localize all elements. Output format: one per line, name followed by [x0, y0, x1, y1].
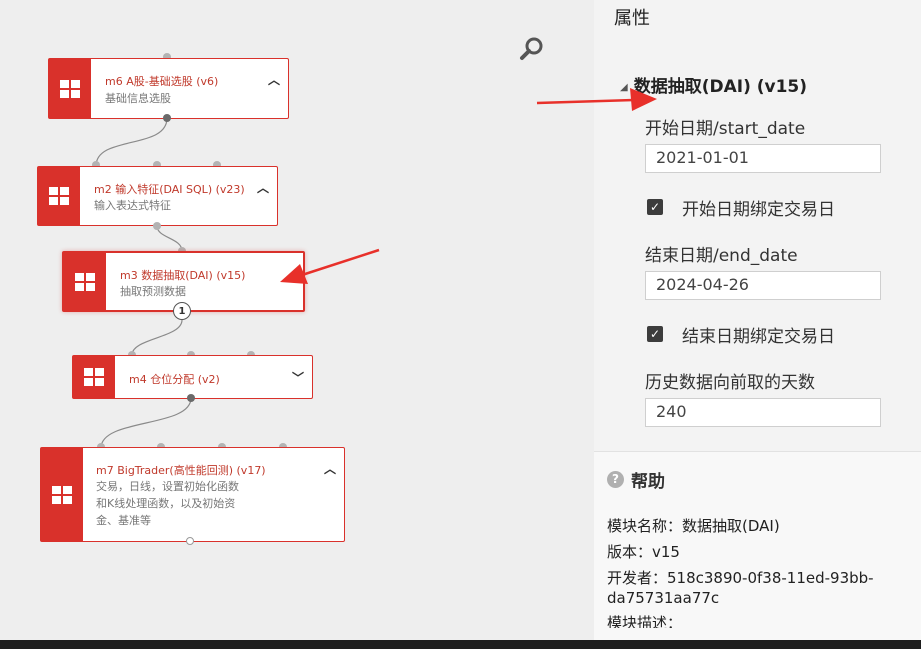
node-m2-subtitle: 输入表达式特征	[94, 199, 171, 212]
node-m6-subtitle: 基础信息选股	[105, 92, 171, 105]
help-header: ? 帮助	[607, 467, 665, 492]
node-m7-output-port[interactable]	[186, 537, 194, 545]
node-m7-subtitle-line: 交易，日线，设置初始化函数	[96, 480, 239, 493]
node-m7-subtitle-line: 和K线处理函数，以及初始资	[96, 497, 236, 510]
end-date-label: 结束日期/end_date	[645, 246, 798, 266]
history-days-input[interactable]: 240	[645, 398, 881, 427]
start-bind-label: 开始日期绑定交易日	[682, 199, 835, 220]
node-m2-title: m2 输入特征(DAI SQL) (v23)	[94, 183, 245, 196]
edge-m6-m2	[95, 117, 168, 167]
node-m6-output-port[interactable]	[163, 114, 171, 122]
node-m7-icon-block	[41, 448, 83, 541]
module-grid-icon	[52, 485, 72, 504]
module-grid-icon	[84, 368, 104, 386]
node-m3-output-count-badge[interactable]: 1	[173, 302, 191, 320]
module-grid-icon	[60, 79, 80, 98]
expand-icon[interactable]: ﹀	[292, 369, 304, 386]
module-grid-icon	[49, 187, 69, 205]
help-version: 版本：v15	[607, 543, 680, 561]
help-developer-cont: da75731aa77c	[607, 589, 720, 607]
help-description: 模块描述：	[607, 614, 683, 628]
search-icon[interactable]	[519, 36, 545, 62]
end-bind-checkbox[interactable]: ✓	[647, 326, 663, 342]
node-m4-title: m4 仓位分配 (v2)	[129, 373, 220, 386]
node-m6-title: m6 A股-基础选股 (v6)	[105, 75, 219, 88]
end-date-input[interactable]: 2024-04-26	[645, 271, 881, 300]
help-module-name: 模块名称：数据抽取(DAI)	[607, 517, 780, 535]
start-bind-checkbox-row[interactable]: ✓ 开始日期绑定交易日	[647, 196, 835, 220]
module-grid-icon	[75, 272, 95, 291]
node-m4[interactable]: m4 仓位分配 (v2) ﹀	[72, 355, 313, 399]
end-bind-label: 结束日期绑定交易日	[682, 326, 835, 347]
node-m4-output-port[interactable]	[187, 394, 195, 402]
node-m2-output-port[interactable]	[153, 222, 161, 230]
node-m2-icon-block	[38, 167, 80, 225]
edge-m4-m7	[100, 397, 192, 449]
start-date-label: 开始日期/start_date	[645, 119, 806, 139]
node-m3-subtitle: 抽取预测数据	[120, 285, 186, 298]
right-panel: 属性 ◢ 数据抽取(DAI) (v15) 开始日期/start_date 2021…	[594, 0, 921, 641]
end-bind-checkbox-row[interactable]: ✓ 结束日期绑定交易日	[647, 323, 835, 347]
node-m4-icon-block	[73, 356, 115, 398]
edge-m3-m4	[131, 319, 183, 356]
node-m7-title: m7 BigTrader(高性能回测) (v17)	[96, 464, 266, 477]
start-bind-checkbox[interactable]: ✓	[647, 199, 663, 215]
node-m7[interactable]: m7 BigTrader(高性能回测) (v17) 交易，日线，设置初始化函数 …	[40, 447, 345, 542]
node-m3-icon-block	[64, 253, 106, 310]
node-m3-title: m3 数据抽取(DAI) (v15)	[120, 269, 246, 282]
node-m2[interactable]: m2 输入特征(DAI SQL) (v23) 输入表达式特征 ︿	[37, 166, 278, 226]
section-header[interactable]: ◢ 数据抽取(DAI) (v15)	[620, 72, 807, 97]
collapse-icon[interactable]: ︿	[257, 179, 269, 196]
collapse-icon[interactable]: ︿	[268, 71, 280, 88]
panel-title: 属性	[614, 8, 650, 29]
node-m7-subtitle-line: 金、基准等	[96, 514, 151, 527]
help-title: 帮助	[631, 472, 665, 492]
bottom-taskbar	[0, 640, 921, 649]
node-m6[interactable]: m6 A股-基础选股 (v6) 基础信息选股 ︿	[48, 58, 289, 119]
section-title: 数据抽取(DAI) (v15)	[633, 77, 808, 97]
properties-panel: 属性 ◢ 数据抽取(DAI) (v15) 开始日期/start_date 2021…	[594, 0, 921, 447]
help-developer: 开发者：518c3890-0f38-11ed-93bb-	[607, 569, 874, 587]
help-icon: ?	[607, 471, 624, 488]
node-m6-icon-block	[49, 59, 91, 118]
collapse-icon[interactable]: ︿	[324, 460, 336, 477]
start-date-input[interactable]: 2021-01-01	[645, 144, 881, 173]
workflow-canvas[interactable]: m6 A股-基础选股 (v6) 基础信息选股 ︿ m2 输入特征(DAI SQL…	[0, 0, 594, 640]
help-panel: ? 帮助 模块名称：数据抽取(DAI) 版本：v15 开发者：518c3890-0…	[594, 451, 921, 641]
history-days-label: 历史数据向前取的天数	[645, 373, 815, 393]
caret-down-icon: ◢	[620, 82, 628, 93]
